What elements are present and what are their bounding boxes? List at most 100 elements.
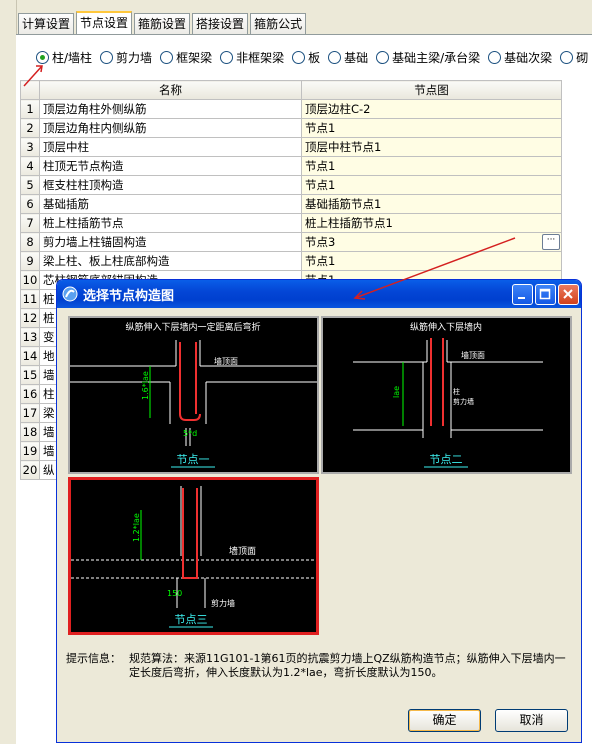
row-node-value[interactable]: 顶层中柱节点1 bbox=[301, 137, 562, 157]
node-thumb-3[interactable]: 1.2*lae 墙顶面 150 剪力墙 节点三 bbox=[68, 477, 319, 635]
thumb3-caption: 节点三 bbox=[175, 613, 208, 626]
table-row[interactable]: 1 顶层边角柱外侧纵筋 顶层边柱C-2 bbox=[20, 99, 562, 119]
radio-button-icon[interactable] bbox=[292, 51, 306, 64]
radio-option-8[interactable]: 砌 bbox=[560, 49, 588, 66]
radio-option-3[interactable]: 非框架梁 bbox=[220, 49, 284, 66]
row-number: 7 bbox=[20, 213, 40, 233]
row-name: 顶层边角柱外侧纵筋 bbox=[39, 99, 302, 119]
header-corner bbox=[20, 80, 40, 100]
row-number: 5 bbox=[20, 175, 40, 195]
radio-label: 基础 bbox=[344, 51, 369, 65]
radio-button-icon[interactable] bbox=[160, 51, 174, 64]
row-name: 基础插筋 bbox=[39, 194, 302, 214]
thumb1-bend-label: 5*d bbox=[183, 429, 197, 438]
thumb1-length-label: 1.6*lae bbox=[141, 371, 150, 400]
table-row[interactable]: 3 顶层中柱 顶层中柱节点1 bbox=[20, 137, 562, 157]
hint-text: 规范算法：来源11G101-1第61页的抗震剪力墙上QZ纵筋构造节点；纵筋伸入下… bbox=[129, 652, 566, 679]
thumb2-heading: 纵筋伸入下层墙内 bbox=[410, 321, 482, 333]
maximize-button[interactable] bbox=[535, 284, 556, 305]
radio-option-2[interactable]: 框架梁 bbox=[160, 49, 212, 66]
tab-lap-settings[interactable]: 搭接设置 bbox=[192, 13, 249, 34]
row-number: 19 bbox=[20, 441, 40, 461]
thumb2-caption: 节点二 bbox=[430, 453, 463, 466]
table-row[interactable]: 5 框支柱柱顶构造 节点1 bbox=[20, 175, 562, 195]
row-node-value[interactable]: 节点1 bbox=[301, 156, 562, 176]
row-node-value[interactable]: 节点1 bbox=[301, 251, 562, 271]
hint-label: 提示信息： bbox=[66, 652, 121, 665]
table-row[interactable]: 6 基础插筋 基础插筋节点1 bbox=[20, 194, 562, 214]
table-row[interactable]: 2 顶层边角柱内侧纵筋 节点1 bbox=[20, 118, 562, 138]
row-node-value-text: 桩上柱插筋节点1 bbox=[305, 216, 393, 230]
radio-option-0[interactable]: 柱/墙柱 bbox=[36, 49, 92, 66]
radio-option-6[interactable]: 基础主梁/承台梁 bbox=[376, 49, 480, 66]
component-type-radios: 柱/墙柱 剪力墙 框架梁 非框架梁 板 基础 基础主梁/承台梁 基础次梁 砌 bbox=[36, 49, 592, 66]
app-icon bbox=[62, 286, 78, 302]
row-node-value[interactable]: 顶层边柱C-2 bbox=[301, 99, 562, 119]
thumb2-wall-top-label: 墙顶面 bbox=[461, 350, 485, 360]
tab-stirrup-formula[interactable]: 箍筋公式 bbox=[250, 13, 307, 34]
radio-button-icon[interactable] bbox=[560, 51, 574, 64]
row-node-value-text: 节点1 bbox=[305, 178, 336, 192]
radio-option-1[interactable]: 剪力墙 bbox=[100, 49, 152, 66]
table-row[interactable]: 7 桩上柱插筋节点 桩上柱插筋节点1 bbox=[20, 213, 562, 233]
row-number: 15 bbox=[20, 365, 40, 385]
cancel-button[interactable]: 取消 bbox=[495, 709, 568, 732]
tab-node-settings[interactable]: 节点设置 bbox=[76, 11, 133, 35]
row-node-value[interactable]: 节点1 bbox=[301, 118, 562, 138]
thumb1-heading: 纵筋伸入下层墙内一定距离后弯折 bbox=[125, 321, 260, 333]
more-options-button[interactable]: ··· bbox=[542, 234, 560, 250]
row-node-value[interactable]: 节点3 ··· bbox=[301, 232, 562, 252]
row-number: 16 bbox=[20, 384, 40, 404]
thumb2-column-label: 柱 bbox=[453, 387, 460, 396]
row-node-value[interactable]: 节点1 bbox=[301, 175, 562, 195]
row-node-value-text: 节点3 bbox=[305, 235, 336, 249]
radio-button-icon[interactable] bbox=[488, 51, 502, 64]
tab-stirrup-settings[interactable]: 箍筋设置 bbox=[134, 13, 191, 34]
row-number: 3 bbox=[20, 137, 40, 157]
radio-button-icon[interactable] bbox=[36, 51, 49, 64]
dialog-titlebar[interactable]: 选择节点构造图 bbox=[57, 280, 581, 308]
row-number: 6 bbox=[20, 194, 40, 214]
radio-option-7[interactable]: 基础次梁 bbox=[488, 49, 552, 66]
table-row[interactable]: 8 剪力墙上柱锚固构造 节点3 ··· bbox=[20, 232, 562, 252]
radio-button-icon[interactable] bbox=[328, 51, 342, 64]
row-name: 柱顶无节点构造 bbox=[39, 156, 302, 176]
select-node-dialog: 选择节点构造图 纵筋伸入下层墙内一定距离后弯折 1.6*lae 墙顶面 5*d … bbox=[56, 279, 582, 743]
radio-button-icon[interactable] bbox=[376, 51, 390, 64]
row-node-value[interactable]: 桩上柱插筋节点1 bbox=[301, 213, 562, 233]
row-name: 桩上柱插筋节点 bbox=[39, 213, 302, 233]
row-node-value[interactable]: 基础插筋节点1 bbox=[301, 194, 562, 214]
thumb2-shear-wall-label: 剪力墙 bbox=[453, 397, 474, 406]
thumb3-length-label: 1.2*lae bbox=[132, 513, 141, 542]
table-row[interactable]: 9 梁上柱、板上柱底部构造 节点1 bbox=[20, 251, 562, 271]
row-node-value-text: 顶层边柱C-2 bbox=[305, 102, 371, 116]
close-icon bbox=[563, 289, 573, 299]
thumb1-caption: 节点一 bbox=[177, 453, 210, 466]
row-number: 20 bbox=[20, 460, 40, 480]
radio-button-icon[interactable] bbox=[100, 51, 114, 64]
row-number: 8 bbox=[20, 232, 40, 252]
radio-button-icon[interactable] bbox=[220, 51, 234, 64]
radio-label: 砌 bbox=[576, 51, 589, 65]
close-button[interactable] bbox=[558, 284, 579, 305]
radio-label: 框架梁 bbox=[176, 51, 213, 65]
ok-button[interactable]: 确定 bbox=[408, 709, 481, 732]
row-number: 17 bbox=[20, 403, 40, 423]
minimize-button[interactable] bbox=[512, 284, 533, 305]
row-number: 9 bbox=[20, 251, 40, 271]
node-thumb-2[interactable]: 纵筋伸入下层墙内 lae 墙顶面 柱 剪力墙 节点二 bbox=[321, 316, 572, 474]
row-number: 2 bbox=[20, 118, 40, 138]
radio-option-4[interactable]: 板 bbox=[292, 49, 320, 66]
radio-option-5[interactable]: 基础 bbox=[328, 49, 368, 66]
tab-calc-settings[interactable]: 计算设置 bbox=[18, 13, 75, 34]
row-node-value-text: 顶层中柱节点1 bbox=[305, 140, 382, 154]
node-thumb-1[interactable]: 纵筋伸入下层墙内一定距离后弯折 1.6*lae 墙顶面 5*d 节点一 bbox=[68, 316, 319, 474]
row-name: 梁上柱、板上柱底部构造 bbox=[39, 251, 302, 271]
row-node-value-text: 节点1 bbox=[305, 121, 336, 135]
header-node-diagram: 节点图 bbox=[301, 80, 562, 100]
radio-label: 基础次梁 bbox=[504, 51, 553, 65]
table-row[interactable]: 4 柱顶无节点构造 节点1 bbox=[20, 156, 562, 176]
radio-label: 基础主梁/承台梁 bbox=[392, 51, 481, 65]
row-number: 13 bbox=[20, 327, 40, 347]
row-number: 1 bbox=[20, 99, 40, 119]
